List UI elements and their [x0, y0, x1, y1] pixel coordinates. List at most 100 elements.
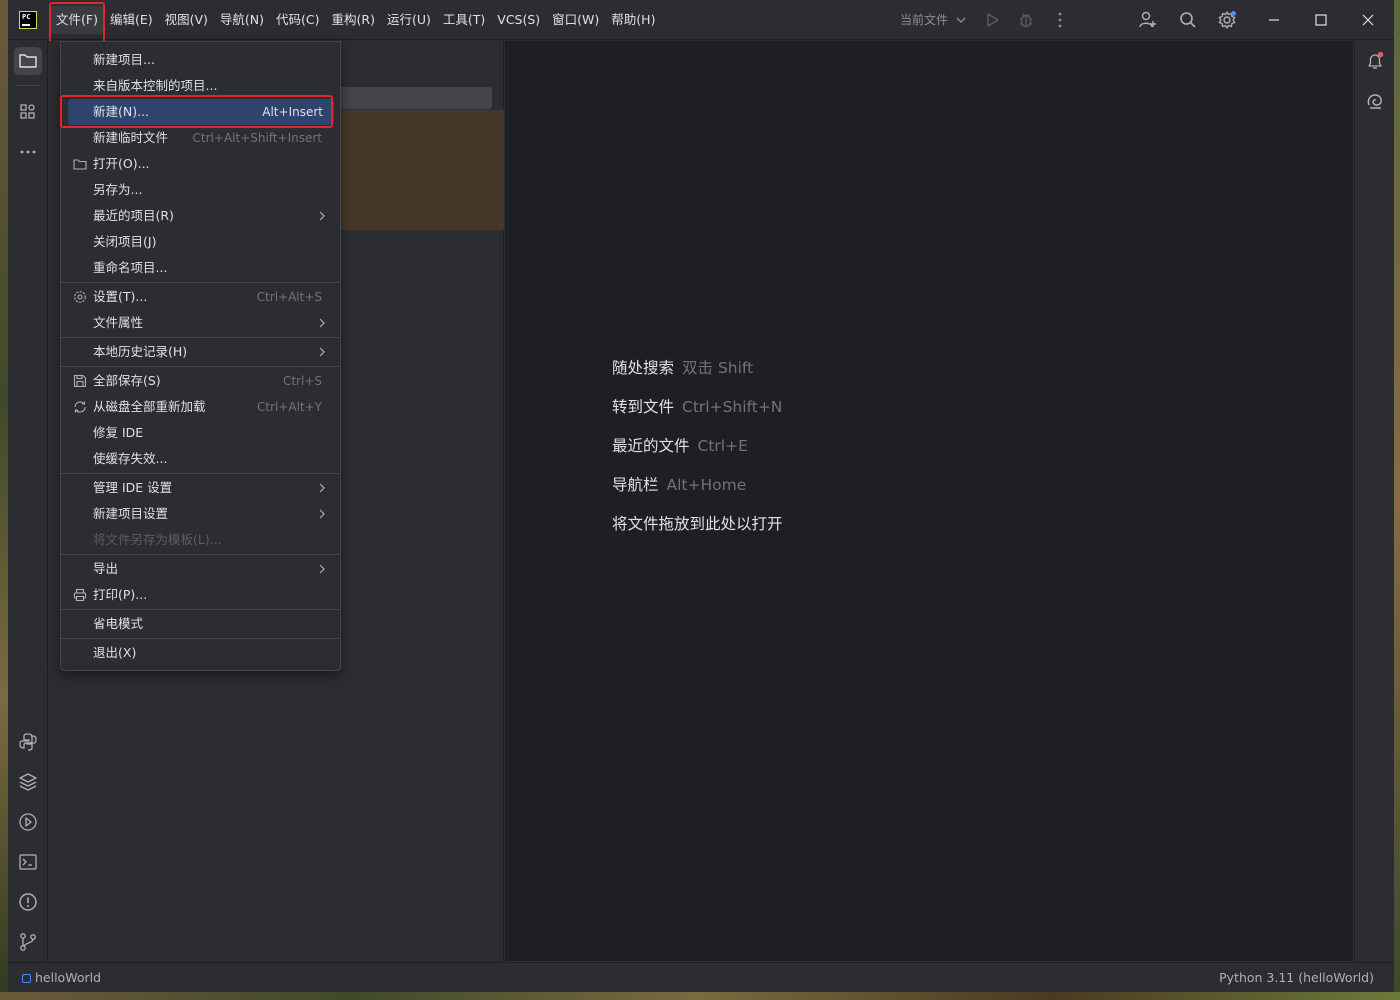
printer-icon — [73, 588, 87, 602]
gear-icon — [74, 291, 86, 303]
menu-item-label: 将文件另存为模板(L)... — [93, 532, 222, 547]
maximize-icon[interactable] — [1309, 8, 1333, 32]
chevron-down-icon — [956, 17, 966, 23]
project-search-field[interactable]: d — [325, 87, 492, 109]
python-packages-button[interactable] — [14, 728, 42, 756]
menu-item-label: 使缓存失效... — [93, 451, 168, 466]
folder-icon — [73, 159, 87, 170]
ellipsis-icon — [20, 150, 36, 154]
add-user-icon[interactable] — [1138, 10, 1158, 30]
menu-item-shortcut: Ctrl+Alt+S — [256, 290, 322, 304]
run-icon[interactable] — [982, 10, 1002, 30]
more-actions-icon[interactable] — [1050, 10, 1070, 30]
menu-item-new-project-settings[interactable]: 新建项目设置 — [61, 501, 340, 527]
hint-action: 导航栏 — [612, 476, 659, 494]
folder-icon — [19, 54, 37, 68]
python-interpreter-selector[interactable]: Python 3.11 (helloWorld) — [1219, 970, 1374, 985]
menu-edit[interactable]: 编辑(E) — [104, 6, 159, 34]
menu-item-power-save-mode[interactable]: 省电模式 — [61, 611, 340, 637]
menu-item-label: 新建临时文件 — [93, 130, 169, 145]
menu-refactor[interactable]: 重构(R) — [326, 6, 381, 34]
git-button[interactable] — [14, 928, 42, 956]
project-module-icon — [22, 974, 31, 983]
minimize-icon[interactable] — [1262, 8, 1286, 32]
app-logo-icon[interactable]: PC — [19, 11, 37, 29]
menu-item-repair-ide[interactable]: 修复 IDE — [61, 420, 340, 446]
menu-window[interactable]: 窗口(W) — [546, 6, 605, 34]
menu-item-label: 省电模式 — [93, 616, 144, 631]
menu-vcs[interactable]: VCS(S) — [491, 6, 546, 34]
layers-button[interactable] — [14, 768, 42, 796]
menu-item-label: 从磁盘全部重新加载 — [93, 399, 206, 414]
close-icon[interactable] — [1356, 8, 1380, 32]
services-button[interactable] — [14, 808, 42, 836]
menu-item-print[interactable]: 打印(P)... — [61, 582, 340, 608]
menu-item-label: 重命名项目... — [93, 260, 168, 275]
menu-item-reload-all[interactable]: 从磁盘全部重新加载 Ctrl+Alt+Y — [61, 394, 340, 420]
git-branch-icon — [20, 933, 36, 951]
menu-item-project-from-vcs[interactable]: 来自版本控制的项目... — [61, 73, 340, 99]
debug-icon[interactable] — [1016, 10, 1036, 30]
menu-file[interactable]: 文件(F) — [50, 6, 104, 34]
menu-item-manage-ide-settings[interactable]: 管理 IDE 设置 — [61, 475, 340, 501]
run-config-selector[interactable]: 当前文件 — [900, 11, 970, 29]
menu-item-export[interactable]: 导出 — [61, 556, 340, 582]
menu-item-file-properties[interactable]: 文件属性 — [61, 310, 340, 336]
file-menu-dropdown: 新建项目... 来自版本控制的项目... 新建(N)... Alt+Insert … — [60, 41, 341, 671]
hint-key: Ctrl+Shift+N — [682, 398, 783, 416]
menu-separator — [61, 337, 340, 338]
notifications-button[interactable] — [1361, 47, 1389, 75]
menu-item-new[interactable]: 新建(N)... Alt+Insert — [68, 99, 334, 125]
right-tool-strip — [1354, 41, 1394, 961]
ai-assistant-button[interactable] — [1361, 87, 1389, 115]
status-bar: helloWorld Python 3.11 (helloWorld) — [8, 962, 1394, 992]
menu-navigate[interactable]: 导航(N) — [214, 6, 270, 34]
menu-item-exit[interactable]: 退出(X) — [61, 640, 340, 666]
menu-help[interactable]: 帮助(H) — [605, 6, 661, 34]
menu-item-rename-project[interactable]: 重命名项目... — [61, 255, 340, 281]
problems-button[interactable] — [14, 888, 42, 916]
hint-navigation-bar: 导航栏 Alt+Home — [612, 473, 783, 512]
menu-view[interactable]: 视图(V) — [159, 6, 214, 34]
menu-item-local-history[interactable]: 本地历史记录(H) — [61, 339, 340, 365]
status-project-breadcrumb[interactable]: helloWorld — [22, 970, 101, 985]
menu-run[interactable]: 运行(U) — [381, 6, 437, 34]
hint-key: 双击 Shift — [682, 359, 754, 377]
menu-item-close-project[interactable]: 关闭项目(J) — [61, 229, 340, 255]
status-project-name: helloWorld — [35, 970, 102, 985]
menu-item-new-project[interactable]: 新建项目... — [61, 47, 340, 73]
editor-area[interactable]: 随处搜索 双击 Shift 转到文件 Ctrl+Shift+N 最近的文件 Ctrl+… — [505, 41, 1353, 961]
menu-item-label: 设置(T)... — [93, 289, 148, 304]
menu-item-recent-projects[interactable]: 最近的项目(R) — [61, 203, 340, 229]
menu-item-label: 退出(X) — [93, 645, 137, 660]
menu-item-save-as[interactable]: 另存为... — [61, 177, 340, 203]
menu-item-settings[interactable]: 设置(T)... Ctrl+Alt+S — [61, 284, 340, 310]
menu-item-label: 关闭项目(J) — [93, 234, 157, 249]
menu-item-save-all[interactable]: 全部保存(S) Ctrl+S — [61, 368, 340, 394]
chevron-right-icon — [319, 347, 325, 357]
menu-item-label: 导出 — [93, 561, 119, 576]
left-tool-strip — [8, 41, 48, 961]
more-tools-button[interactable] — [14, 138, 42, 166]
structure-tool-button[interactable] — [14, 98, 42, 126]
menu-item-label: 新建项目设置 — [93, 506, 169, 521]
run-services-icon — [19, 813, 37, 831]
project-tree-selection[interactable] — [331, 110, 504, 230]
menu-separator — [61, 366, 340, 367]
settings-gear-icon[interactable] — [1217, 10, 1237, 30]
menu-item-label: 来自版本控制的项目... — [93, 78, 218, 93]
hint-key: Alt+Home — [666, 476, 747, 494]
chevron-right-icon — [319, 318, 325, 328]
menu-tools[interactable]: 工具(T) — [437, 6, 491, 34]
menu-item-open[interactable]: 打开(O)... — [61, 151, 340, 177]
menu-separator — [61, 554, 340, 555]
hint-drop-files: 将文件拖放到此处以打开 — [612, 512, 783, 551]
project-tool-button[interactable] — [14, 47, 42, 75]
menu-item-invalidate-caches[interactable]: 使缓存失效... — [61, 446, 340, 472]
menu-item-new-scratch-file[interactable]: 新建临时文件 Ctrl+Alt+Shift+Insert — [61, 125, 340, 151]
menu-code[interactable]: 代码(C) — [270, 6, 325, 34]
chevron-right-icon — [319, 564, 325, 574]
terminal-button[interactable] — [14, 848, 42, 876]
search-icon[interactable] — [1178, 10, 1198, 30]
menu-item-label: 打印(P)... — [93, 587, 148, 602]
